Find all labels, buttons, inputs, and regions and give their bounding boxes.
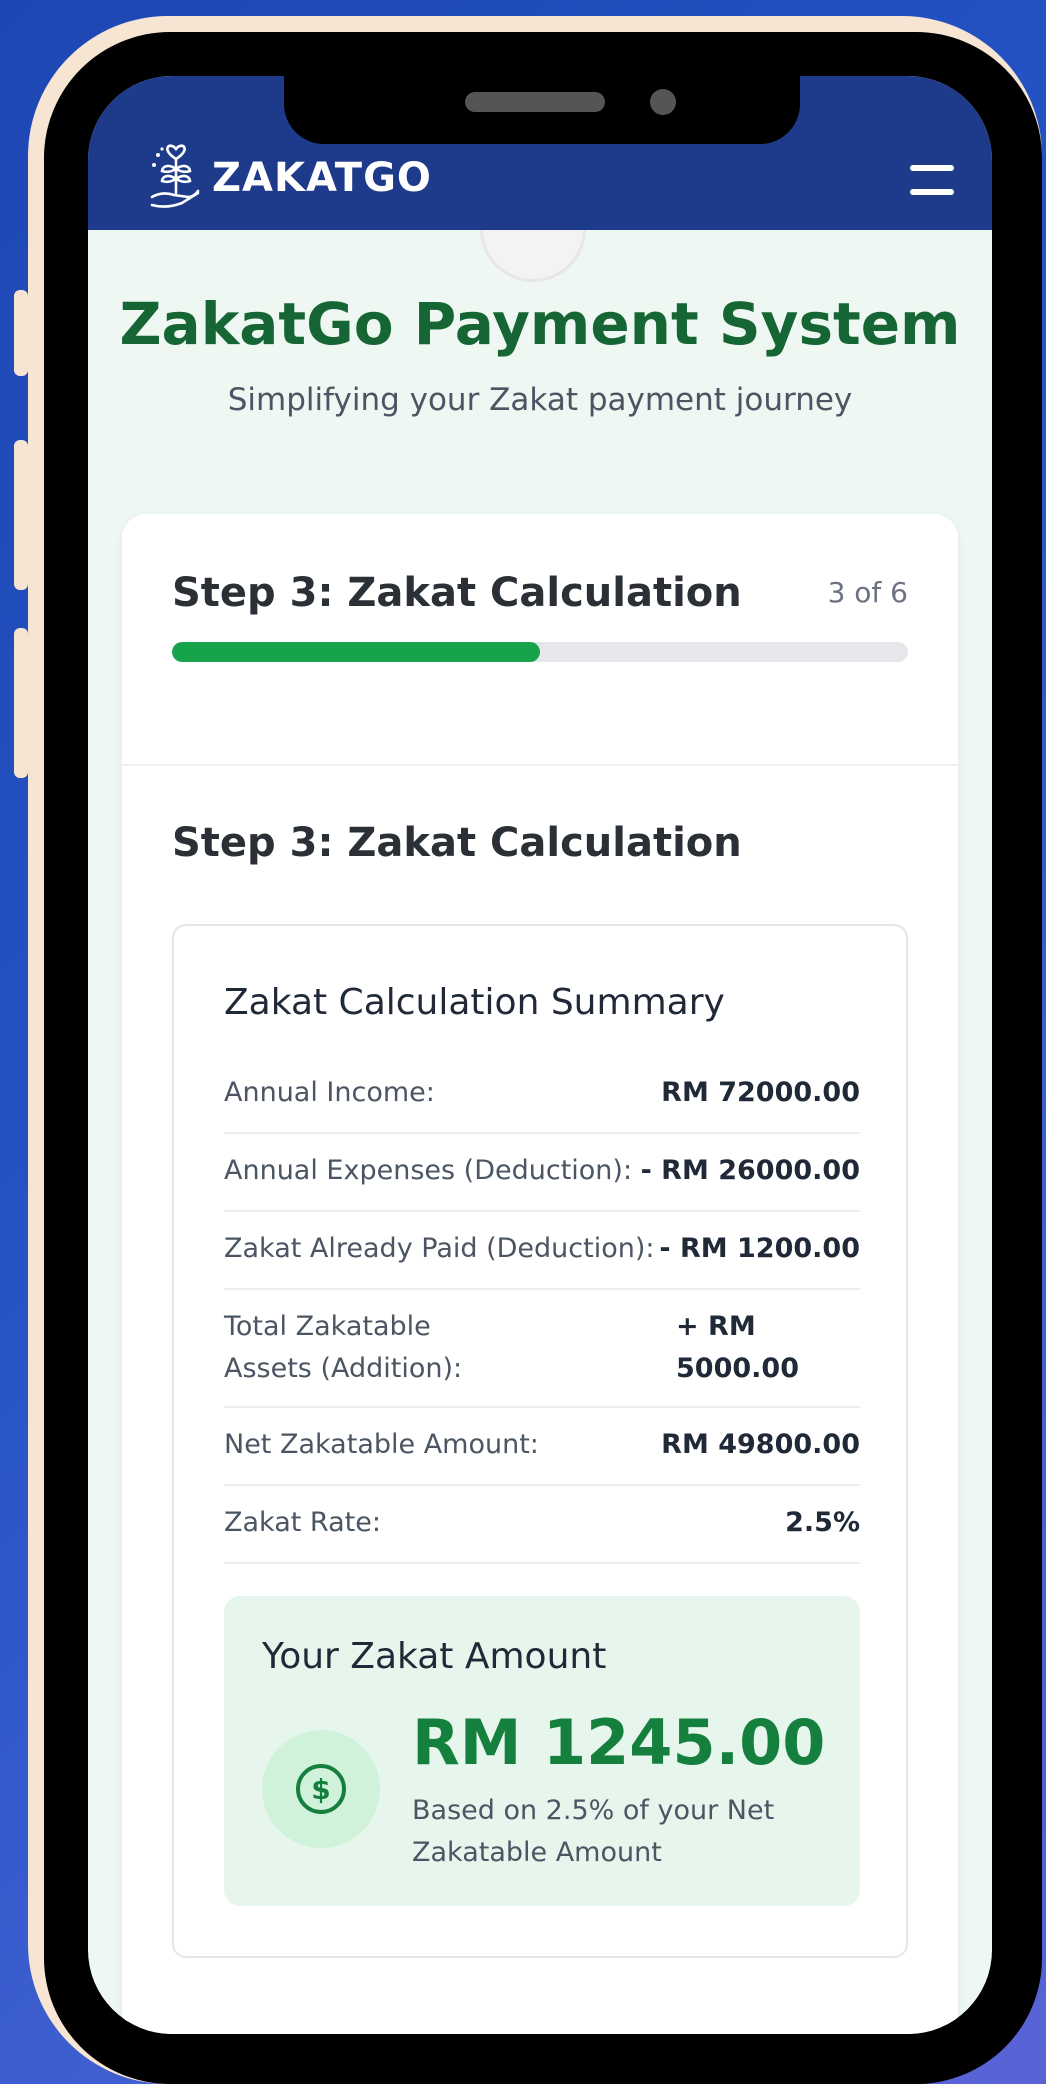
page-subtitle: Simplifying your Zakat payment journey [227,382,853,418]
phone-notch [284,76,800,144]
speaker [465,92,605,112]
camera [650,89,676,115]
step-title: Step 3: Zakat Calculation [172,570,742,616]
summary-row: Net Zakatable Amount: RM 49800.00 [224,1408,860,1486]
row-value: RM 72000.00 [661,1077,860,1108]
menu-icon[interactable] [910,165,954,195]
zakat-amount-note: Based on 2.5% of your Net Zakatable Amou… [412,1795,775,1868]
result-title: Your Zakat Amount [262,1636,607,1677]
brand-logo[interactable]: ZAKATGO [146,141,432,215]
step-counter: 3 of 6 [827,576,908,609]
phone-side-button [14,290,28,376]
row-label: Zakat Rate: [224,1507,381,1538]
row-value: + RM 5000.00 [676,1311,799,1384]
summary-row: Annual Income: RM 72000.00 [224,1056,860,1134]
zakat-amount: RM 1245.00 [412,1706,826,1779]
calculation-summary: Zakat Calculation Summary Annual Income:… [172,924,908,1958]
page-title: ZakatGo Payment System [119,290,961,358]
row-label: Net Zakatable Amount: [224,1429,539,1460]
summary-row: Zakat Already Paid (Deduction): - RM 120… [224,1212,860,1290]
phone-side-button [14,440,28,590]
step-header: Step 3: Zakat Calculation 3 of 6 [122,514,958,766]
zakat-result-box: Your Zakat Amount $ RM 1245.00 Based on … [224,1596,860,1906]
step-card: Step 3: Zakat Calculation 3 of 6 Step 3:… [122,514,958,2034]
summary-row: Zakat Rate: 2.5% [224,1486,860,1564]
summary-rows: Annual Income: RM 72000.00 Annual Expens… [224,1056,860,1564]
progress-fill [172,642,540,662]
plant-hand-icon [146,141,206,215]
row-label: Annual Income: [224,1077,435,1108]
row-value: - RM 1200.00 [659,1233,860,1264]
phone-side-button [14,628,28,778]
summary-title: Zakat Calculation Summary [224,982,725,1023]
brand-name: ZAKATGO [212,155,432,201]
svg-text:$: $ [311,1773,330,1806]
summary-row: Annual Expenses (Deduction): - RM 26000.… [224,1134,860,1212]
row-label: Annual Expenses (Deduction): [224,1155,633,1186]
app-screen: ZAKATGO ZakatGo Payment System Simplifyi… [88,76,992,2034]
row-label: Total Zakatable Assets (Addition): [224,1311,463,1384]
row-value: 2.5% [785,1507,860,1538]
dollar-icon: $ [262,1730,380,1848]
row-label: Zakat Already Paid (Deduction): [224,1233,655,1264]
summary-row: Total Zakatable Assets (Addition): + RM … [224,1290,860,1408]
progress-bar [172,642,908,662]
section-title: Step 3: Zakat Calculation [172,820,742,866]
row-value: RM 49800.00 [661,1429,860,1460]
row-value: - RM 26000.00 [640,1155,860,1186]
